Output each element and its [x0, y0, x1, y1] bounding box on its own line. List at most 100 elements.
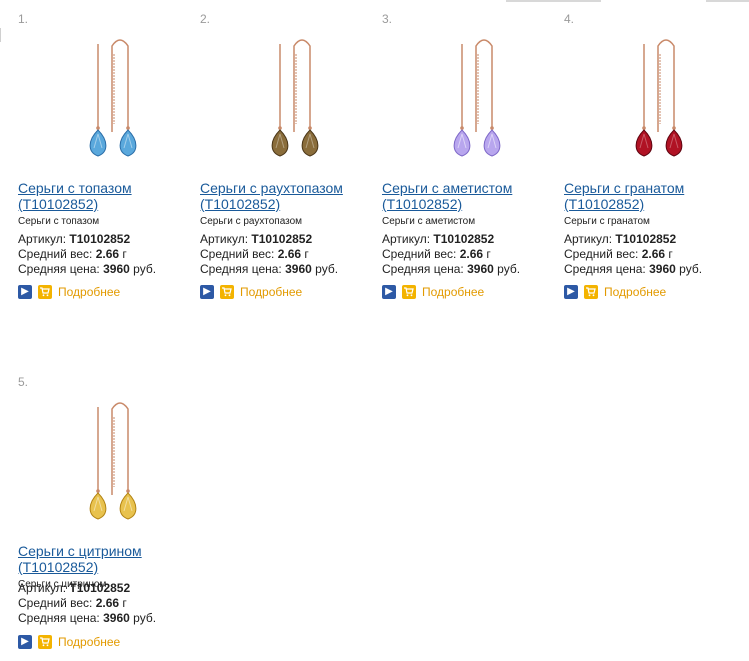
left-divider — [0, 28, 1, 42]
cart-icon[interactable] — [38, 635, 52, 649]
product-title-line1: Серьги с гранатом — [564, 180, 685, 196]
product-title-line2: (T10102852) — [18, 196, 99, 212]
price-value: 3960 — [649, 262, 676, 276]
cart-icon[interactable] — [220, 285, 234, 299]
weight-value: 2.66 — [641, 247, 666, 261]
price-row: Средняя цена: 3960 руб. — [564, 262, 702, 277]
product-title-line2: (T10102852) — [382, 196, 463, 212]
product-photo[interactable] — [24, 387, 174, 533]
product-photo[interactable] — [570, 24, 720, 170]
price-unit: руб. — [315, 262, 339, 276]
product-subtitle: Серьги с гранатом — [564, 216, 650, 227]
more-link[interactable]: Подробнее — [604, 285, 666, 299]
price-unit: руб. — [497, 262, 521, 276]
product-photo[interactable] — [206, 24, 356, 170]
stone — [301, 129, 319, 157]
product-title-link[interactable]: Серьги с раухтопазом (T10102852) — [200, 180, 370, 212]
weight-unit: г — [486, 247, 491, 261]
weight-unit: г — [304, 247, 309, 261]
stone — [271, 129, 289, 157]
more-link[interactable]: Подробнее — [58, 635, 120, 649]
article-value: T10102852 — [615, 232, 677, 246]
product-actions: ▶ Подробнее — [200, 284, 302, 300]
article-label: Артикул: — [200, 232, 249, 246]
weight-row: Средний вес: 2.66 г — [200, 247, 309, 262]
product-title-link[interactable]: Серьги с топазом (T10102852) — [18, 180, 188, 212]
price-row: Средняя цена: 3960 руб. — [382, 262, 520, 277]
stone — [665, 129, 683, 157]
weight-label: Средний вес: — [564, 247, 639, 261]
price-value: 3960 — [103, 262, 130, 276]
product-title-link[interactable]: Серьги с цитрином (T10102852) — [18, 543, 188, 575]
stone — [119, 492, 137, 520]
more-link[interactable]: Подробнее — [58, 285, 120, 299]
chevron-right-icon[interactable]: ▶ — [18, 285, 32, 299]
chevron-right-icon[interactable]: ▶ — [200, 285, 214, 299]
weight-label: Средний вес: — [18, 596, 93, 610]
price-unit: руб. — [133, 611, 157, 625]
article-value: T10102852 — [69, 232, 131, 246]
weight-label: Средний вес: — [18, 247, 93, 261]
product-photo[interactable] — [388, 24, 538, 170]
chevron-right-icon[interactable]: ▶ — [382, 285, 396, 299]
article-label: Артикул: — [564, 232, 613, 246]
weight-unit: г — [122, 247, 127, 261]
price-label: Средняя цена: — [18, 611, 100, 625]
weight-value: 2.66 — [277, 247, 302, 261]
article-value: T10102852 — [251, 232, 313, 246]
weight-row: Средний вес: 2.66 г — [564, 247, 673, 262]
price-unit: руб. — [133, 262, 157, 276]
cart-icon[interactable] — [402, 285, 416, 299]
weight-label: Средний вес: — [200, 247, 275, 261]
product-actions: ▶ Подробнее — [18, 284, 120, 300]
stone — [119, 129, 137, 157]
product-title-link[interactable]: Серьги с гранатом (T10102852) — [564, 180, 734, 212]
product-title-link[interactable]: Серьги с аметистом (T10102852) — [382, 180, 552, 212]
product-photo[interactable] — [24, 24, 174, 170]
chevron-right-icon[interactable]: ▶ — [564, 285, 578, 299]
weight-value: 2.66 — [459, 247, 484, 261]
price-row: Средняя цена: 3960 руб. — [18, 262, 156, 277]
article-label: Артикул: — [382, 232, 431, 246]
product-title-line1: Серьги с топазом — [18, 180, 132, 196]
stone — [89, 492, 107, 520]
article-value: T10102852 — [69, 581, 131, 595]
price-row: Средняя цена: 3960 руб. — [18, 611, 156, 626]
product-actions: ▶ Подробнее — [564, 284, 666, 300]
more-link[interactable]: Подробнее — [240, 285, 302, 299]
product-title-line1: Серьги с раухтопазом — [200, 180, 343, 196]
weight-value: 2.66 — [95, 247, 120, 261]
article-label: Артикул: — [18, 581, 67, 595]
top-divider — [706, 0, 749, 2]
weight-label: Средний вес: — [382, 247, 457, 261]
price-label: Средняя цена: — [200, 262, 282, 276]
weight-row: Средний вес: 2.66 г — [18, 247, 127, 262]
product-subtitle: Серьги с топазом — [18, 216, 100, 227]
price-value: 3960 — [285, 262, 312, 276]
article-row: Артикул: T10102852 — [18, 232, 130, 247]
weight-unit: г — [668, 247, 673, 261]
product-title-line2: (T10102852) — [200, 196, 281, 212]
stone — [89, 129, 107, 157]
price-unit: руб. — [679, 262, 703, 276]
weight-value: 2.66 — [95, 596, 120, 610]
cart-icon[interactable] — [584, 285, 598, 299]
stone — [483, 129, 501, 157]
article-label: Артикул: — [18, 232, 67, 246]
article-value: T10102852 — [433, 232, 495, 246]
price-label: Средняя цена: — [382, 262, 464, 276]
price-value: 3960 — [103, 611, 130, 625]
article-row: Артикул: T10102852 — [564, 232, 676, 247]
chevron-right-icon[interactable]: ▶ — [18, 635, 32, 649]
weight-unit: г — [122, 596, 127, 610]
price-label: Средняя цена: — [18, 262, 100, 276]
stone — [635, 129, 653, 157]
price-row: Средняя цена: 3960 руб. — [200, 262, 338, 277]
more-link[interactable]: Подробнее — [422, 285, 484, 299]
price-value: 3960 — [467, 262, 494, 276]
cart-icon[interactable] — [38, 285, 52, 299]
product-actions: ▶ Подробнее — [382, 284, 484, 300]
weight-row: Средний вес: 2.66 г — [382, 247, 491, 262]
product-subtitle: Серьги с раухтопазом — [200, 216, 303, 227]
product-actions: ▶ Подробнее — [18, 634, 120, 650]
